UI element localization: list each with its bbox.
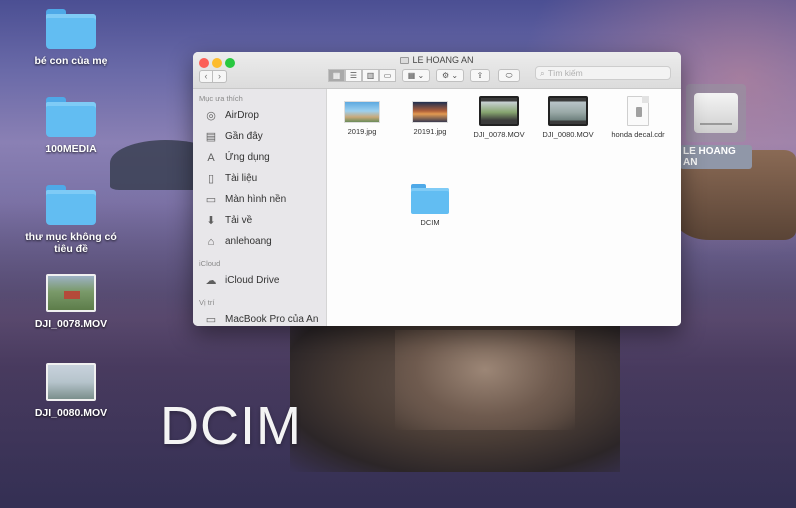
video-thumbnail <box>46 363 96 401</box>
sidebar-heading-locations: Vị trí <box>199 298 215 307</box>
wallpaper-rock-highlight <box>395 330 575 430</box>
file-name: honda decal.cdr <box>611 130 665 139</box>
drive-icon <box>400 57 410 64</box>
sidebar: Mục ưa thích ◎ AirDrop ▤ Gần đây A Ứng d… <box>193 89 327 326</box>
sidebar-item-airdrop[interactable]: ◎ AirDrop <box>193 105 326 126</box>
video-thumbnail <box>479 96 519 126</box>
laptop-icon: ▭ <box>205 314 217 326</box>
window-title-text: LE HOANG AN <box>412 55 474 65</box>
window-title: LE HOANG AN <box>193 55 681 65</box>
folder-item-dcim[interactable]: DCIM <box>394 184 466 227</box>
desktop-item-label: 100MEDIA <box>45 143 97 155</box>
sidebar-heading-favorites: Mục ưa thích <box>199 94 243 103</box>
sidebar-item-label: anlehoang <box>225 236 272 247</box>
sidebar-item-desktop[interactable]: ▭ Màn hình nền <box>193 189 326 210</box>
back-button[interactable]: ‹ <box>199 70 213 83</box>
sidebar-item-macbook[interactable]: ▭ MacBook Pro của An <box>193 309 326 326</box>
sidebar-heading-icloud: iCloud <box>199 259 221 268</box>
folder-icon <box>46 9 96 49</box>
cloud-icon: ☁ <box>205 275 217 287</box>
file-item[interactable]: 2019.jpg <box>326 101 398 136</box>
desktop-item-label: DJI_0080.MOV <box>34 407 108 419</box>
nav-buttons: ‹ › <box>199 70 227 83</box>
file-name: 2019.jpg <box>347 127 377 136</box>
image-thumbnail <box>344 101 380 123</box>
tag-button[interactable]: ⬭ <box>498 69 520 82</box>
airdrop-icon: ◎ <box>206 110 216 122</box>
video-thumbnail <box>548 96 588 126</box>
recents-icon: ▤ <box>205 131 217 143</box>
desktop-item-label: DJI_0078.MOV <box>34 318 108 330</box>
drive-label: LE HOANG AN <box>680 145 752 169</box>
desktop-video-dji-0080[interactable]: DJI_0080.MOV <box>23 363 119 419</box>
external-drive-icon <box>694 93 738 133</box>
folder-icon <box>411 184 449 214</box>
sidebar-item-home[interactable]: ⌂ anlehoang <box>193 231 326 252</box>
sidebar-item-recents[interactable]: ▤ Gần đây <box>193 126 326 147</box>
video-thumbnail <box>46 274 96 312</box>
home-icon: ⌂ <box>207 235 215 248</box>
share-button[interactable]: ⇪ <box>470 69 490 82</box>
folder-icon <box>46 185 96 225</box>
search-input[interactable] <box>547 68 656 78</box>
sidebar-item-downloads[interactable]: ⬇ Tải về <box>193 210 326 231</box>
file-name: 20191.jpg <box>413 127 447 136</box>
sidebar-item-label: AirDrop <box>225 110 259 121</box>
forward-button[interactable]: › <box>213 70 227 83</box>
file-browser[interactable]: 2019.jpg 20191.jpg DJI_0078.MOV DJI_0080… <box>327 89 681 326</box>
group-button[interactable]: ▦ ⌄ <box>402 69 430 82</box>
gallery-view-button[interactable]: ▭ <box>379 69 396 82</box>
sidebar-item-label: Ứng dụng <box>225 152 270 163</box>
desktop-external-drive[interactable]: LE HOANG AN <box>680 84 752 169</box>
file-name: DJI_0078.MOV <box>473 130 525 139</box>
desktop-folder-be-con[interactable]: bé con của mẹ <box>23 9 119 67</box>
downloads-icon: ⬇ <box>206 215 216 227</box>
file-item[interactable]: 20191.jpg <box>394 101 466 136</box>
sidebar-item-label: Gần đây <box>225 131 263 142</box>
desktop-folder-untitled[interactable]: thư mục không có tiêu đề <box>23 185 119 255</box>
file-name: DCIM <box>420 218 440 227</box>
document-icon <box>627 96 649 126</box>
sidebar-item-label: Tài liệu <box>225 173 258 184</box>
desktop-folder-100media[interactable]: 100MEDIA <box>23 97 119 155</box>
folder-icon <box>46 97 96 137</box>
sidebar-item-label: Màn hình nền <box>225 194 287 205</box>
icon-view-button[interactable]: ▦ <box>328 69 345 82</box>
image-thumbnail <box>412 101 448 123</box>
sidebar-item-icloud-drive[interactable]: ☁ iCloud Drive <box>193 270 326 291</box>
desktop-item-label: bé con của mẹ <box>34 55 108 67</box>
search-field[interactable]: ⌕ <box>535 66 671 80</box>
search-icon: ⌕ <box>540 68 545 78</box>
view-mode-group: ▦ ☰ ▥ ▭ <box>328 69 396 82</box>
sidebar-item-label: iCloud Drive <box>225 275 280 286</box>
column-view-button[interactable]: ▥ <box>362 69 379 82</box>
window-titlebar[interactable]: LE HOANG AN ‹ › ▦ ☰ ▥ ▭ ▦ ⌄ ⚙ ⌄ ⇪ ⬭ ⌕ <box>193 52 681 89</box>
desktop-video-dji-0078[interactable]: DJI_0078.MOV <box>23 274 119 330</box>
desktop-icon: ▭ <box>205 194 217 206</box>
desktop-item-label: thư mục không có tiêu đề <box>25 231 117 255</box>
finder-window: LE HOANG AN ‹ › ▦ ☰ ▥ ▭ ▦ ⌄ ⚙ ⌄ ⇪ ⬭ ⌕ Mụ… <box>193 52 681 326</box>
file-item[interactable]: DJI_0078.MOV <box>463 96 535 139</box>
sidebar-item-label: Tải về <box>225 215 253 226</box>
file-item[interactable]: DJI_0080.MOV <box>532 96 604 139</box>
applications-icon: A <box>207 151 215 164</box>
drive-selection <box>686 84 746 142</box>
action-button[interactable]: ⚙ ⌄ <box>436 69 464 82</box>
file-name: DJI_0080.MOV <box>542 130 594 139</box>
sidebar-item-applications[interactable]: A Ứng dụng <box>193 147 326 168</box>
list-view-button[interactable]: ☰ <box>345 69 362 82</box>
sidebar-item-documents[interactable]: ▯ Tài liệu <box>193 168 326 189</box>
file-item[interactable]: honda decal.cdr <box>602 96 674 139</box>
sidebar-item-label: MacBook Pro của An <box>225 314 319 325</box>
documents-icon: ▯ <box>207 173 215 185</box>
overlay-caption: DCIM <box>160 396 302 456</box>
